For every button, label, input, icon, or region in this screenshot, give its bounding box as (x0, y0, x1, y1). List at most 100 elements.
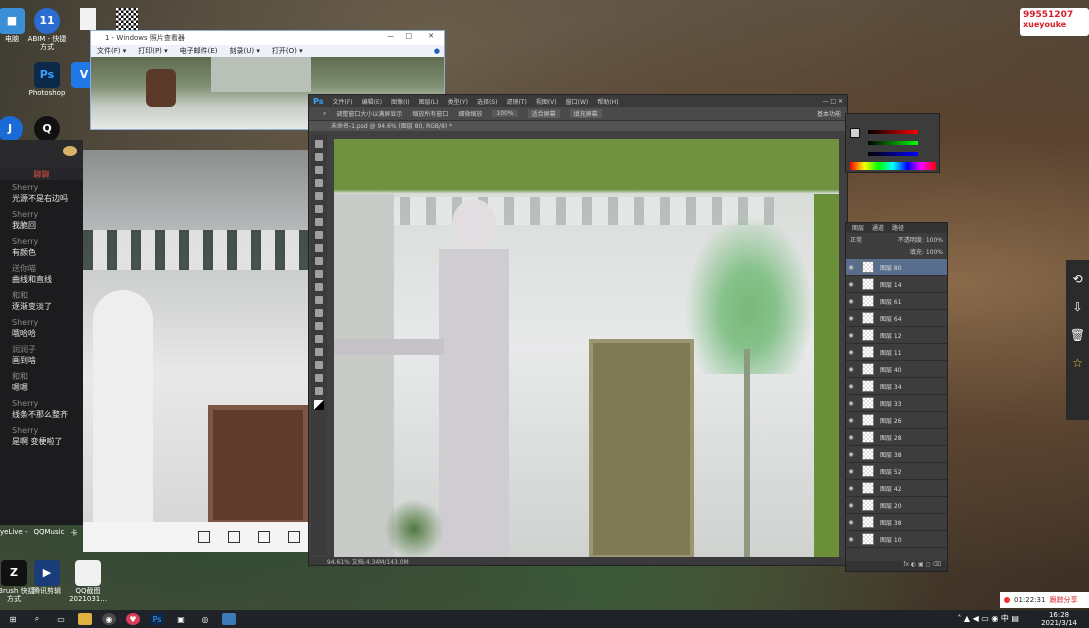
layer-row[interactable]: ◉ 图层 20 (846, 497, 947, 514)
ps-menu-select[interactable]: 选择(S) (477, 97, 498, 106)
layer-row[interactable]: ◉ 图层 28 (846, 429, 947, 446)
photo-app-icon[interactable] (222, 613, 236, 625)
visibility-eye-icon[interactable]: ◉ (846, 349, 856, 356)
path-select-tool-icon[interactable] (315, 348, 323, 356)
layer-row[interactable]: ◉ 图层 11 (846, 344, 947, 361)
option-scrubby-zoom[interactable]: 细微缩放 (458, 109, 482, 118)
ps-menu-help[interactable]: 帮助(H) (597, 97, 618, 106)
explorer-icon[interactable] (78, 613, 92, 625)
visibility-eye-icon[interactable]: ◉ (846, 366, 856, 373)
option-zoom-all[interactable]: 缩放所有窗口 (412, 109, 448, 118)
app-round-icon[interactable]: ◎ (198, 613, 212, 625)
visibility-eye-icon[interactable]: ◉ (846, 383, 856, 390)
quick-select-tool-icon[interactable] (315, 179, 323, 187)
button-fill-screen[interactable]: 填充屏幕 (569, 109, 602, 118)
visibility-eye-icon[interactable]: ◉ (846, 417, 856, 424)
tray-icons[interactable]: ˄ ▲ ◀ ▭ ◉ 中 ▤ (957, 613, 1019, 624)
visibility-eye-icon[interactable]: ◉ (846, 315, 856, 322)
ps-menu-type[interactable]: 类型(Y) (448, 97, 468, 106)
copy-icon[interactable] (258, 531, 270, 543)
brush-tool-icon[interactable] (315, 231, 323, 239)
button-fit-screen[interactable]: 适合屏幕 (527, 109, 560, 118)
ps-menu-window[interactable]: 窗口(W) (566, 97, 589, 106)
dodge-tool-icon[interactable] (315, 309, 323, 317)
visibility-eye-icon[interactable]: ◉ (846, 332, 856, 339)
browser-icon[interactable]: ◉ (102, 613, 116, 625)
ps-menu-file[interactable]: 文件(F) (332, 97, 352, 106)
zoom-tool-icon[interactable]: ⌕ (323, 110, 326, 118)
visibility-eye-icon[interactable]: ◉ (846, 519, 856, 526)
visibility-eye-icon[interactable]: ◉ (846, 451, 856, 458)
help-icon[interactable]: ● (434, 47, 440, 55)
layer-row[interactable]: ◉ 图层 10 (846, 531, 947, 548)
stamp-tool-icon[interactable] (315, 244, 323, 252)
menu-burn[interactable]: 刻录(U) ▾ (230, 46, 260, 56)
fill-field[interactable]: 填充: 100% (910, 249, 943, 256)
foreground-swatch[interactable] (850, 128, 860, 138)
label-yelive[interactable]: yeLive - (0, 528, 28, 540)
visibility-eye-icon[interactable]: ◉ (846, 264, 856, 271)
workspace-select[interactable]: 基本功能 (817, 109, 841, 118)
layer-row[interactable]: ◉ 图层 64 (846, 310, 947, 327)
document-icon[interactable] (80, 8, 96, 30)
lasso-tool-icon[interactable] (315, 166, 323, 174)
download-icon[interactable]: ⇩ (1072, 300, 1082, 314)
type-tool-icon[interactable] (315, 335, 323, 343)
visibility-eye-icon[interactable]: ◉ (846, 400, 856, 407)
visibility-eye-icon[interactable]: ◉ (846, 468, 856, 475)
layer-row[interactable]: ◉ 图层 14 (846, 276, 947, 293)
g-slider[interactable] (868, 141, 918, 145)
layer-row[interactable]: ◉ 图层 42 (846, 480, 947, 497)
ps-window-controls[interactable]: — □ ✕ (822, 98, 843, 105)
layer-row[interactable]: ◉ 图层 12 (846, 327, 947, 344)
ps-canvas[interactable] (334, 139, 839, 559)
crop-tool-icon[interactable] (315, 192, 323, 200)
menu-print[interactable]: 打印(P) ▾ (138, 46, 167, 56)
healing-tool-icon[interactable] (315, 218, 323, 226)
blend-mode-select[interactable]: 正常 (850, 235, 862, 244)
move-tool-icon[interactable] (315, 140, 323, 148)
shape-tool-icon[interactable] (315, 361, 323, 369)
layout-icon[interactable] (198, 531, 210, 543)
share-icon[interactable]: ⟲ (1072, 272, 1082, 286)
visibility-eye-icon[interactable]: ◉ (846, 536, 856, 543)
menu-email[interactable]: 电子邮件(E) (180, 46, 218, 56)
ps-menu-layer[interactable]: 图层(L) (419, 97, 439, 106)
tab-layers[interactable]: 图层 (852, 223, 864, 233)
gradient-tool-icon[interactable] (315, 283, 323, 291)
ps-document-tab[interactable]: 未命名-1.psd @ 94.6% (图层 80, RGB/8) * (309, 121, 847, 131)
zoom-tool-icon[interactable] (315, 387, 323, 395)
minimize-icon[interactable]: — (387, 32, 394, 40)
layer-row[interactable]: ◉ 图层 38 (846, 446, 947, 463)
menu-file[interactable]: 文件(F) ▾ (97, 46, 126, 56)
visibility-eye-icon[interactable]: ◉ (846, 281, 856, 288)
fit-screen-icon[interactable] (228, 531, 240, 543)
clock[interactable]: 16:28 2021/3/14 (1041, 611, 1077, 627)
opacity-field[interactable]: 不透明度: 100% (898, 235, 943, 244)
r-slider[interactable] (868, 130, 918, 134)
tab-channels[interactable]: 通道 (872, 223, 884, 233)
pen-tool-icon[interactable] (315, 322, 323, 330)
crop-icon[interactable] (288, 531, 300, 543)
ps-menu-edit[interactable]: 编辑(E) (362, 97, 382, 106)
button-100[interactable]: 100% (492, 110, 518, 117)
visibility-eye-icon[interactable]: ◉ (846, 502, 856, 509)
qr-code-icon[interactable] (116, 8, 138, 30)
desktop-icon-abim[interactable]: 11 ABIM - 快捷方式 (25, 8, 69, 51)
layer-row[interactable]: ◉ 图层 34 (846, 378, 947, 395)
layer-row[interactable]: ◉ 图层 33 (846, 395, 947, 412)
app-window-icon[interactable]: ▣ (174, 613, 188, 625)
label-qqmusic[interactable]: QQMusic (34, 528, 65, 540)
ps-menu-view[interactable]: 视图(V) (536, 97, 557, 106)
desktop-icon-tencent-editor[interactable]: ▶ 腾讯剪辑 (25, 560, 69, 596)
tab-paths[interactable]: 路径 (892, 223, 904, 233)
layer-row[interactable]: ◉ 图层 26 (846, 412, 947, 429)
close-icon[interactable]: ✕ (428, 32, 434, 40)
color-swatch-icon[interactable] (314, 400, 324, 410)
photo-viewer-titlebar[interactable]: 1 - Windows 照片查看器 — □ ✕ (91, 31, 444, 45)
history-brush-icon[interactable] (315, 257, 323, 265)
layer-row[interactable]: ◉ 图层 40 (846, 361, 947, 378)
app-red-icon[interactable]: ♥ (126, 613, 140, 625)
layer-row[interactable]: ◉ 图层 38 (846, 514, 947, 531)
desktop-icon-screenshot[interactable]: QQ截图 2021031... (66, 560, 110, 603)
